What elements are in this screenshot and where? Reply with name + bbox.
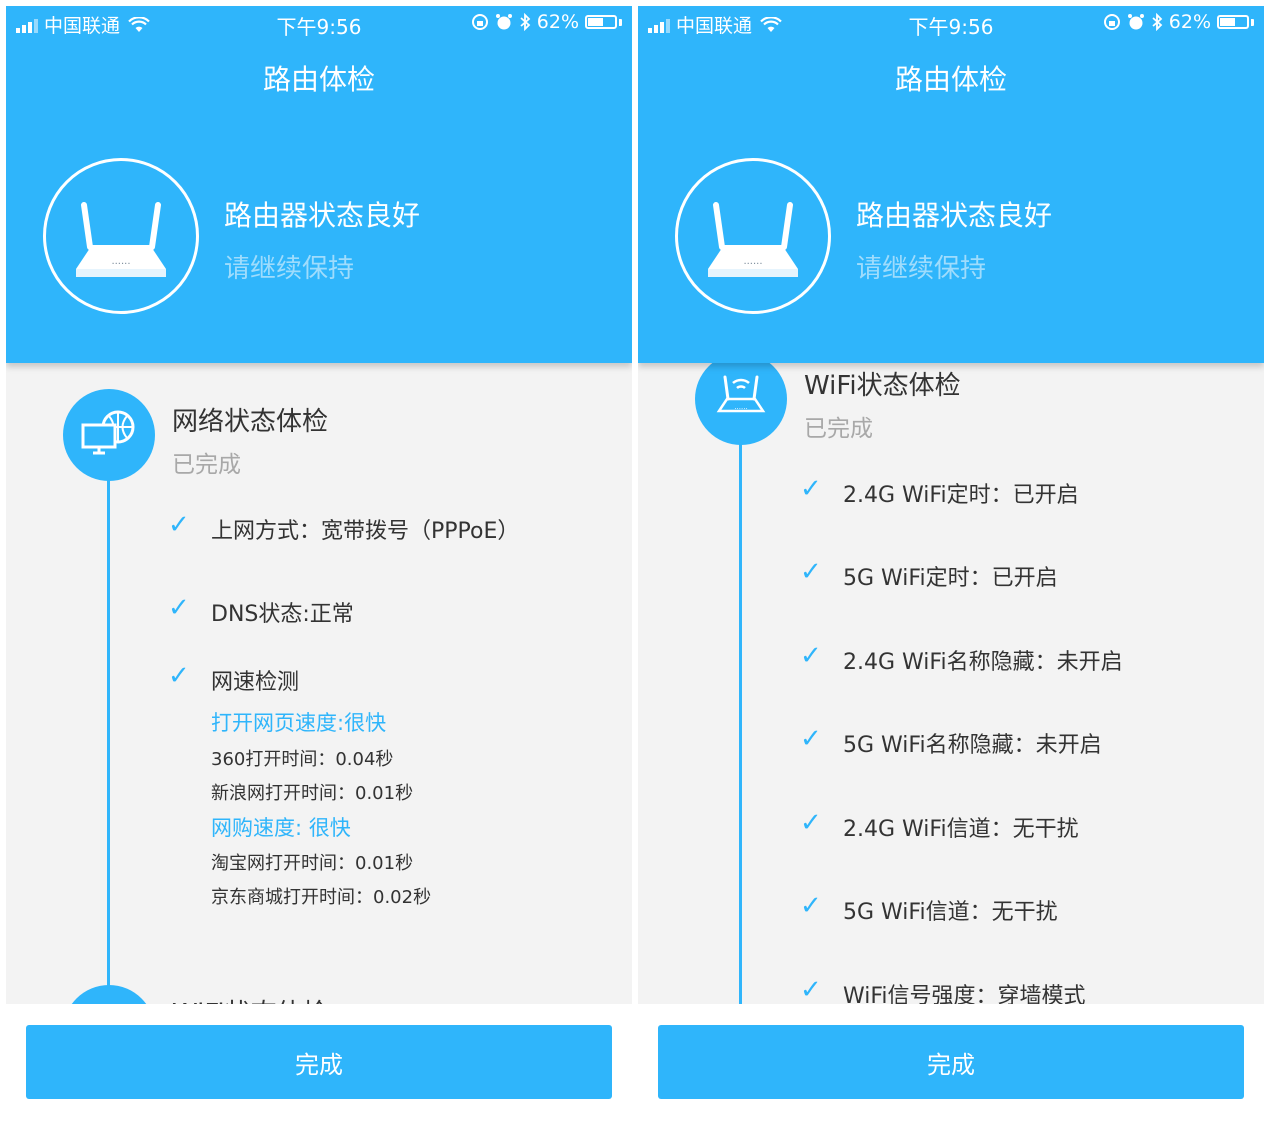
check-icon: ✓: [800, 975, 822, 1004]
check-item-speed: 网速检测: [211, 670, 300, 695]
router-status-hint: 请继续保持: [856, 254, 987, 284]
screen-right: 中国联通 下午9:56 62% 路由体检 ...... 路由器状态良好 请继续保…: [638, 6, 1264, 1120]
section-title-network: 网络状态体检: [172, 407, 329, 437]
check-item-5g-hidden: 5G WiFi名称隐藏：未开启: [843, 733, 1102, 758]
web-360-time: 360打开时间：0.04秒: [211, 749, 394, 770]
router-status-hint: 请继续保持: [224, 254, 355, 284]
check-item-connection: 上网方式：宽带拨号（PPPoE）: [211, 519, 520, 544]
check-icon: ✓: [168, 593, 190, 623]
svg-text:......: ......: [743, 256, 762, 267]
shop-taobao-time: 淘宝网打开时间：0.01秒: [211, 853, 414, 874]
header: 中国联通 下午9:56 62% 路由体检 ...... 路由器状态良好 请继续保…: [6, 6, 632, 363]
router-icon: ......: [43, 158, 199, 314]
bluetooth-icon: [1152, 13, 1163, 31]
check-item-5g-schedule: 5G WiFi定时：已开启: [843, 566, 1058, 591]
check-icon: ✓: [800, 557, 822, 587]
rotation-lock-icon: [1103, 14, 1120, 30]
check-icon: ✓: [168, 661, 190, 691]
check-icon: ✓: [168, 510, 190, 540]
web-speed-label: 打开网页速度:很快: [211, 711, 387, 735]
battery-icon: [585, 15, 617, 29]
footer: 完成: [6, 1004, 632, 1120]
alarm-icon: [495, 14, 512, 30]
page-title: 路由体检: [894, 63, 1007, 96]
battery-percent: 62%: [1168, 11, 1211, 33]
section-status-network: 已完成: [172, 452, 241, 478]
web-sina-time: 新浪网打开时间：0.01秒: [211, 783, 414, 804]
wifi-step-circle: [63, 985, 155, 1004]
check-icon: ✓: [800, 808, 822, 838]
section-title-wifi-partial: WiFi状态体检: [172, 993, 329, 1004]
check-item-5g-channel: 5G WiFi信道：无干扰: [843, 900, 1058, 925]
footer: 完成: [638, 1004, 1264, 1120]
check-item-24g-schedule: 2.4G WiFi定时：已开启: [843, 483, 1079, 508]
done-button[interactable]: 完成: [658, 1025, 1244, 1099]
wifi-router-icon: ......: [695, 363, 787, 445]
screen-left: 中国联通 下午9:56 62% 路由体检 ...... 路由器状态良好 请继续保…: [6, 6, 632, 1120]
router-icon: ......: [675, 158, 831, 314]
network-globe-icon: [63, 389, 155, 481]
check-item-dns: DNS状态:正常: [211, 602, 354, 627]
check-icon: ✓: [800, 891, 822, 921]
check-list[interactable]: ...... WiFi状态体检 已完成 ✓ 2.4G WiFi定时：已开启 ✓ …: [638, 363, 1264, 1004]
done-button[interactable]: 完成: [26, 1025, 612, 1099]
check-list[interactable]: 网络状态体检 已完成 ✓ 上网方式：宽带拨号（PPPoE） ✓ DNS状态:正常…: [6, 363, 632, 1004]
svg-text:......: ......: [734, 403, 747, 411]
section-status-wifi: 已完成: [804, 416, 873, 442]
check-item-24g-hidden: 2.4G WiFi名称隐藏：未开启: [843, 650, 1123, 675]
bluetooth-icon: [520, 13, 531, 31]
battery-icon: [1217, 15, 1249, 29]
section-title-wifi: WiFi状态体检: [804, 371, 961, 401]
shop-jd-time: 京东商城打开时间：0.02秒: [211, 887, 432, 908]
rotation-lock-icon: [471, 14, 488, 30]
check-item-24g-channel: 2.4G WiFi信道：无干扰: [843, 817, 1079, 842]
status-bar: 中国联通 下午9:56 62%: [6, 6, 632, 42]
check-icon: ✓: [800, 724, 822, 754]
check-item-signal-strength: WiFi信号强度：穿墙模式: [843, 984, 1086, 1004]
alarm-icon: [1127, 14, 1144, 30]
router-status: 路由器状态良好: [224, 199, 421, 232]
timeline-line: [739, 423, 742, 1004]
timeline-line: [107, 463, 110, 1004]
check-icon: ✓: [800, 474, 822, 504]
svg-text:......: ......: [111, 256, 130, 267]
page-title: 路由体检: [262, 63, 375, 96]
status-bar: 中国联通 下午9:56 62%: [638, 6, 1264, 42]
shop-speed-label: 网购速度: 很快: [211, 816, 351, 840]
battery-percent: 62%: [536, 11, 579, 33]
router-status: 路由器状态良好: [856, 199, 1053, 232]
check-icon: ✓: [800, 641, 822, 671]
header: 中国联通 下午9:56 62% 路由体检 ...... 路由器状态良好 请继续保…: [638, 6, 1264, 363]
